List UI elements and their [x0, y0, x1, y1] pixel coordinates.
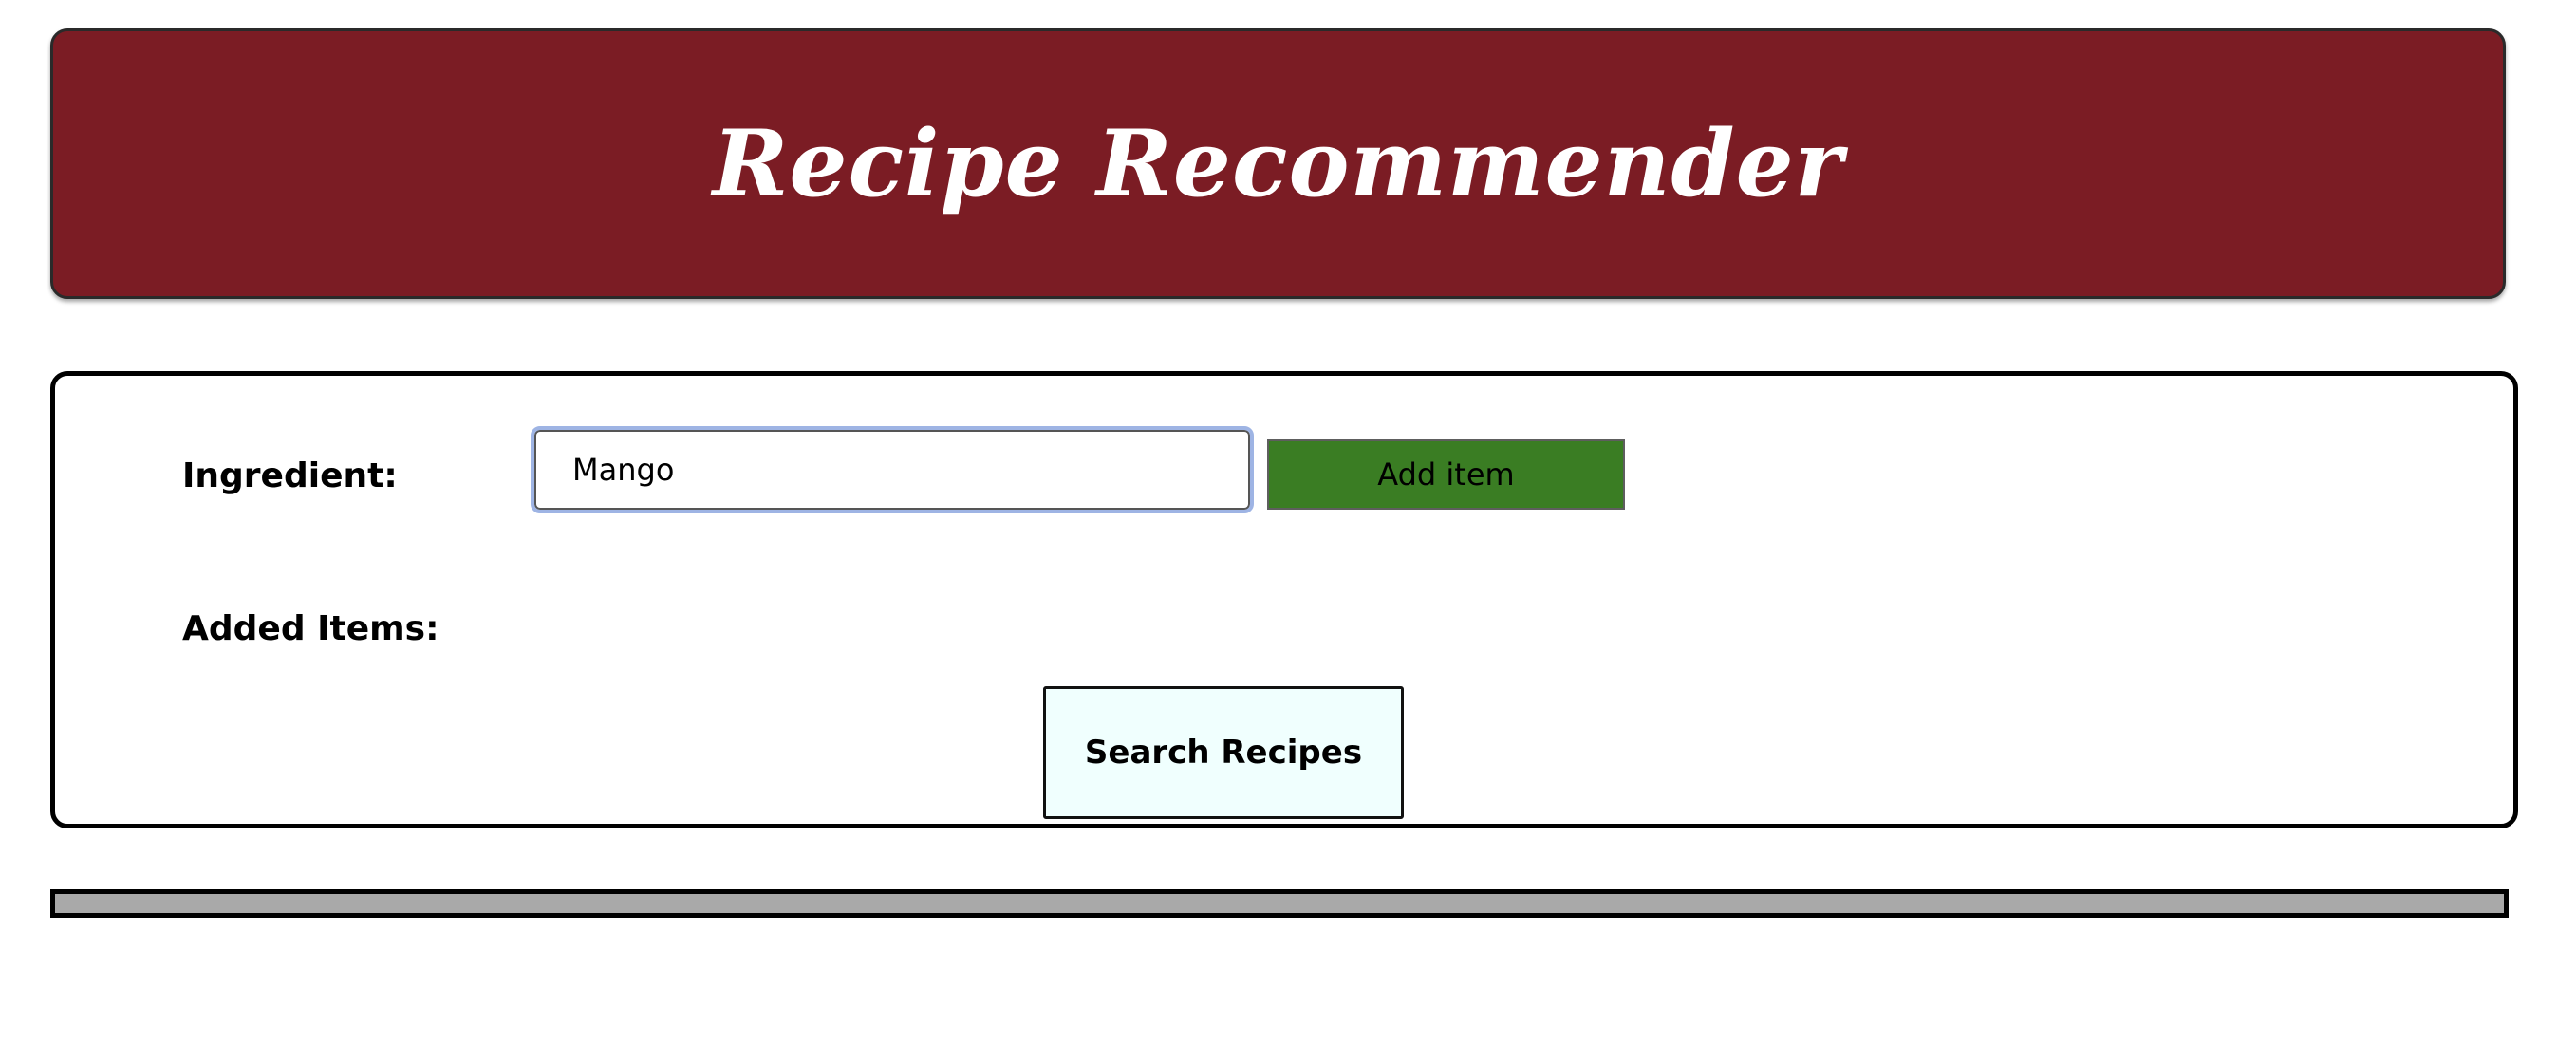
page-title: Recipe Recommender	[712, 110, 1844, 217]
ingredient-form-panel: Ingredient: Add item Added Items: Search…	[50, 371, 2518, 828]
added-items-label: Added Items:	[182, 609, 439, 648]
ingredient-input[interactable]	[531, 426, 1254, 513]
search-recipes-button[interactable]: Search Recipes	[1043, 686, 1404, 819]
results-container	[50, 889, 2509, 918]
add-item-button[interactable]: Add item	[1267, 439, 1625, 510]
ingredient-label: Ingredient:	[182, 456, 398, 495]
app-header: Recipe Recommender	[50, 28, 2506, 299]
